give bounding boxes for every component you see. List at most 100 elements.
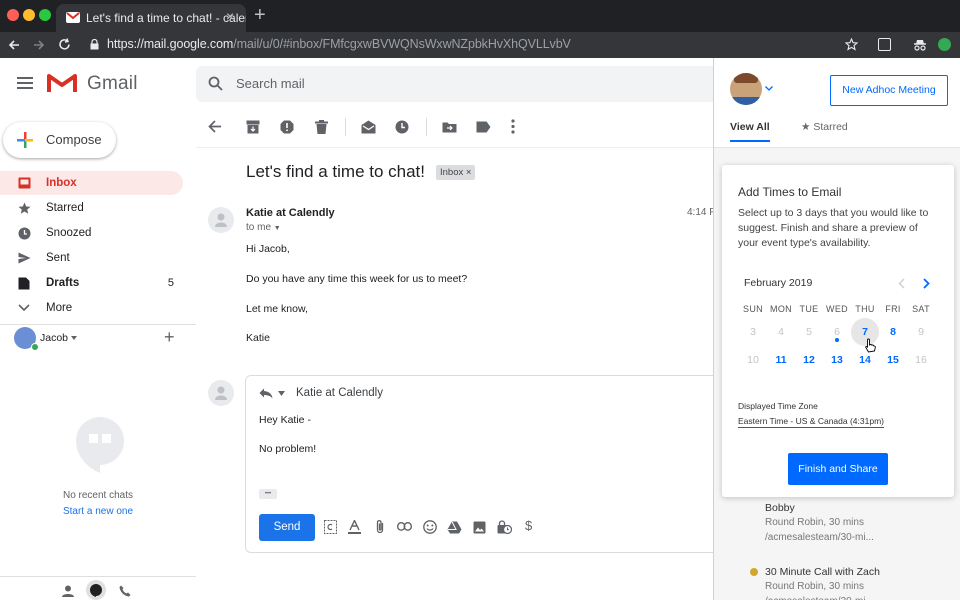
nav-item-snoozed[interactable]: Snoozed <box>0 221 183 245</box>
card-description: Select up to 3 days that you would like … <box>738 207 929 249</box>
search-icon[interactable] <box>208 76 223 91</box>
previous-month-icon[interactable] <box>898 278 905 289</box>
add-chat-icon[interactable]: + <box>164 328 175 346</box>
contacts-icon[interactable] <box>62 585 74 597</box>
event-link[interactable]: /acmesalesteam/30-mi... <box>765 596 874 600</box>
weekday-label: WED <box>826 304 848 314</box>
browser-tab[interactable]: Let's find a time to chat! - calen <box>56 4 246 32</box>
calendar-day-available[interactable]: 15 <box>879 348 907 372</box>
delete-icon[interactable] <box>315 120 328 134</box>
event-link[interactable]: /acmesalesteam/30-mi... <box>765 532 874 543</box>
reload-icon[interactable] <box>58 38 71 51</box>
formatting-options-icon[interactable] <box>348 520 361 534</box>
search-bar[interactable]: Search mail <box>196 66 716 102</box>
confidential-mode-icon[interactable] <box>497 520 512 534</box>
nav-item-more[interactable]: More <box>0 296 183 320</box>
insert-photo-icon[interactable] <box>473 521 486 534</box>
recipient-details[interactable]: to me ▼ <box>246 222 281 233</box>
window-close-button[interactable] <box>7 9 19 21</box>
send-button[interactable]: Send <box>259 514 315 541</box>
insert-emoji-icon[interactable] <box>423 520 437 534</box>
calendly-header: New Adhoc Meeting View All ★ Starred <box>714 58 960 148</box>
user-menu-chevron-icon[interactable] <box>765 86 773 91</box>
reply-line[interactable]: Hey Katie - <box>259 414 311 426</box>
label-icon[interactable] <box>476 121 491 133</box>
report-spam-icon[interactable] <box>280 120 294 134</box>
calendar-day-available[interactable]: 12 <box>795 348 823 372</box>
reply-recipient[interactable]: Katie at Calendly <box>296 387 383 399</box>
reply-icon[interactable] <box>259 388 273 399</box>
mark-unread-icon[interactable] <box>361 120 376 134</box>
compose-plus-icon <box>17 132 33 148</box>
time-zone-selector[interactable]: Eastern Time - US & Canada (4:31pm) <box>738 416 884 428</box>
archive-icon[interactable] <box>246 120 260 134</box>
forward-icon[interactable] <box>33 39 45 51</box>
reply-line[interactable]: No problem! <box>259 443 316 455</box>
nav-item-starred[interactable]: Starred <box>0 196 183 220</box>
search-input[interactable]: Search mail <box>236 76 305 91</box>
nav-label: Snoozed <box>46 227 92 239</box>
nav-count: 5 <box>167 277 174 289</box>
calendar-day-available[interactable]: 8 <box>879 320 907 344</box>
event-title[interactable]: Bobby <box>765 502 795 514</box>
snooze-icon[interactable] <box>395 120 409 134</box>
send-money-icon[interactable]: $ <box>525 518 532 533</box>
account-dropdown-icon[interactable] <box>71 336 77 340</box>
new-tab-icon[interactable]: + <box>254 5 266 25</box>
calendar-day-unavailable: 10 <box>747 354 759 366</box>
compose-button[interactable]: Compose <box>3 122 116 158</box>
gmail-logo-icon[interactable] <box>47 72 77 94</box>
window-minimize-button[interactable] <box>23 9 35 21</box>
move-to-icon[interactable] <box>442 121 457 133</box>
toolbar-bottom-divider <box>196 147 713 148</box>
calendar-day-unavailable: 16 <box>915 354 927 366</box>
more-options-icon[interactable] <box>511 119 515 134</box>
body-line: Hi Jacob, <box>246 243 290 255</box>
start-new-chat-link[interactable]: Start a new one <box>0 506 196 517</box>
hangouts-icon <box>90 584 102 597</box>
nav-divider <box>0 324 196 325</box>
star-icon: ★ <box>801 121 811 133</box>
tab-starred[interactable]: ★ Starred <box>801 121 848 133</box>
no-chats-text: No recent chats <box>62 490 134 501</box>
show-trimmed-content-button[interactable]: ••• <box>259 489 277 499</box>
tab-close-icon[interactable]: × <box>226 8 234 24</box>
back-to-inbox-icon[interactable] <box>208 120 222 133</box>
tab-view-all[interactable]: View All <box>730 121 770 133</box>
nav-label: Starred <box>46 202 84 214</box>
weekday-label: TUE <box>799 304 819 314</box>
back-icon[interactable] <box>8 39 20 51</box>
calendly-insert-icon[interactable] <box>324 520 337 534</box>
window-zoom-button[interactable] <box>39 9 51 21</box>
main-menu-icon[interactable] <box>17 77 33 92</box>
event-title[interactable]: 30 Minute Call with Zach <box>765 566 880 578</box>
inbox-label-chip[interactable]: Inbox × <box>436 165 476 180</box>
star-icon <box>18 202 31 214</box>
calendar-day-available[interactable]: 11 <box>767 348 795 372</box>
attach-file-icon[interactable] <box>375 519 385 534</box>
nav-label: Drafts <box>46 277 80 289</box>
phone-icon[interactable] <box>119 585 131 597</box>
nav-item-drafts[interactable]: Drafts 5 <box>0 271 183 295</box>
browser-tab-bar: Let's find a time to chat! - calen × + <box>0 0 960 32</box>
google-drive-icon[interactable] <box>447 521 462 534</box>
nav-item-inbox[interactable]: Inbox <box>0 171 183 195</box>
insert-link-icon[interactable] <box>397 522 412 531</box>
new-adhoc-meeting-button[interactable]: New Adhoc Meeting <box>830 75 948 106</box>
next-month-icon[interactable] <box>923 278 930 289</box>
recipient-dropdown-icon[interactable]: ▼ <box>274 225 281 232</box>
calendly-extension-icon[interactable] <box>878 38 891 51</box>
incognito-extension-icon[interactable] <box>913 38 927 51</box>
user-avatar[interactable] <box>730 73 762 105</box>
reply-type-dropdown-icon[interactable] <box>278 391 285 396</box>
calendar-day-available[interactable]: 13 <box>823 348 851 372</box>
body-line: Do you have any time this week for us to… <box>246 273 468 285</box>
address-bar[interactable]: https://mail.google.com/mail/u/0/#inbox/… <box>107 37 571 51</box>
nav-item-sent[interactable]: Sent <box>0 246 183 270</box>
profile-avatar[interactable] <box>938 38 951 51</box>
account-name[interactable]: Jacob <box>40 332 68 344</box>
send-icon <box>18 252 31 264</box>
gmail-favicon-icon <box>66 12 80 23</box>
bookmark-star-icon[interactable] <box>845 38 858 51</box>
finish-and-share-button[interactable]: Finish and Share <box>788 453 888 485</box>
